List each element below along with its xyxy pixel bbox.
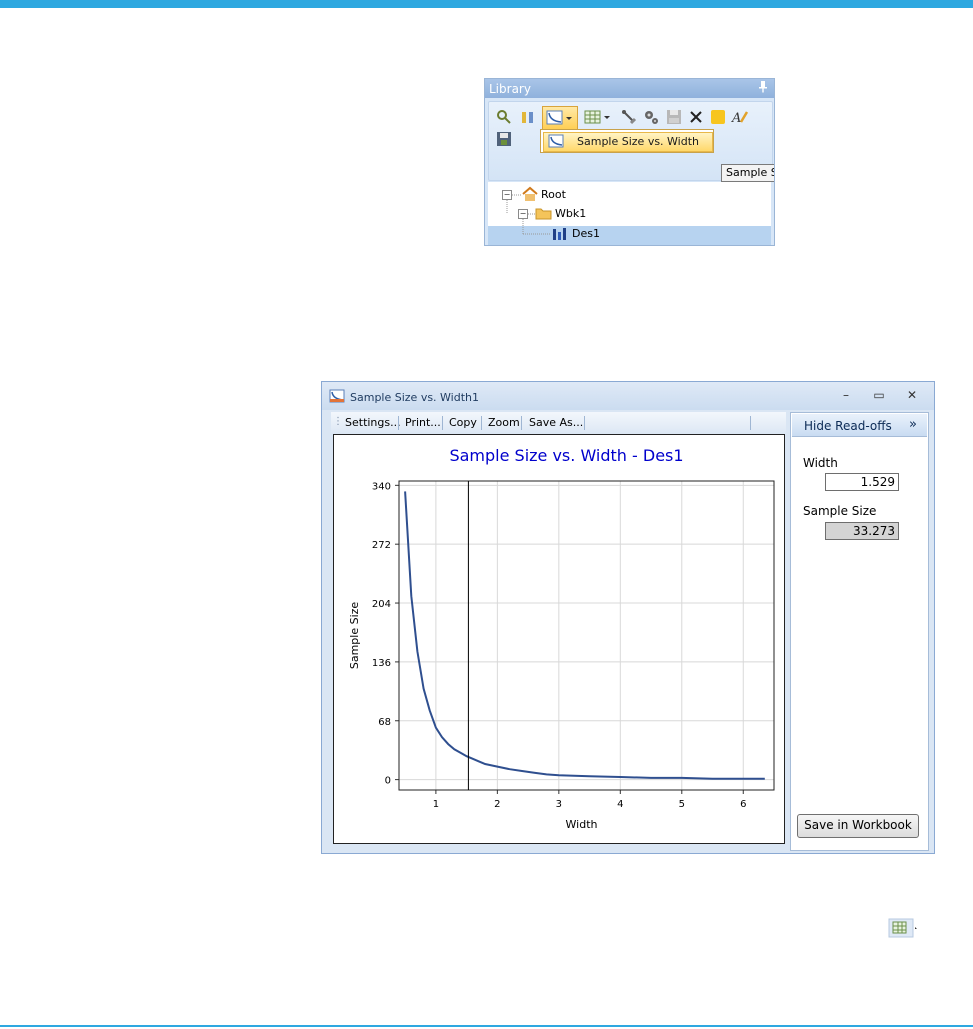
- toolbar-separator: [442, 416, 443, 430]
- y-tick-label: 204: [372, 599, 391, 610]
- hide-readoffs-button[interactable]: Hide Read-offs »: [792, 414, 927, 437]
- window-title-bar[interactable]: Sample Size vs. Width1 – ▭ ✕: [322, 382, 934, 410]
- note-icon[interactable]: [709, 108, 727, 126]
- tree-label: Des1: [572, 227, 600, 240]
- close-button[interactable]: ✕: [902, 388, 922, 404]
- y-tick-label: 340: [372, 481, 391, 492]
- window-title: Sample Size vs. Width1: [350, 391, 480, 404]
- curve-chart-icon[interactable]: [542, 106, 578, 130]
- x-tick-label: 4: [617, 799, 623, 810]
- x-tick-label: 6: [740, 799, 746, 810]
- top-accent-bar: [0, 0, 973, 8]
- x-tick-label: 3: [556, 799, 562, 810]
- chart-type-dropdown-menu: Sample Size vs. Width: [540, 129, 714, 153]
- print-button[interactable]: Print...: [405, 416, 441, 429]
- table-dropdown-icon[interactable]: [888, 918, 918, 938]
- chart-title: Sample Size vs. Width - Des1: [449, 446, 683, 465]
- tree-lines: [506, 194, 550, 235]
- chart-window: Sample Size vs. Width1 – ▭ ✕ ⋮ Settings.…: [321, 381, 935, 854]
- library-panel: Library A Sample Size vs. Width Sample −…: [484, 78, 775, 246]
- y-tick-label: 136: [372, 658, 391, 669]
- chart-toolbar: ⋮ Settings... Print... Copy Zoom Save As…: [331, 412, 786, 434]
- toolbar-separator: [481, 416, 482, 430]
- library-title: Library: [489, 82, 531, 96]
- y-tick-label: 272: [372, 540, 391, 551]
- table-icon[interactable]: [583, 108, 613, 126]
- save-as-button[interactable]: Save As...: [529, 416, 583, 429]
- sample-size-field: 33.273: [825, 522, 899, 540]
- svg-text:A: A: [731, 111, 741, 125]
- disk-save-icon[interactable]: [495, 130, 513, 148]
- double-chevron-right-icon: »: [909, 417, 917, 432]
- copy-button[interactable]: Copy: [449, 416, 477, 429]
- sample-size-label: Sample Size: [803, 504, 877, 518]
- y-tick-label: 68: [378, 717, 391, 728]
- delete-icon[interactable]: [687, 108, 705, 126]
- chart-area: Sample Size vs. Width - Des1 0 68 136 204 272…: [333, 434, 785, 844]
- toolbar-separator: [750, 416, 751, 430]
- y-axis-label: Sample Size: [348, 602, 361, 670]
- gears-icon[interactable]: [642, 108, 660, 126]
- x-tick-label: 1: [433, 799, 439, 810]
- toolbar-separator: [398, 416, 399, 430]
- x-tick-label: 2: [494, 799, 500, 810]
- hide-readoffs-label: Hide Read-offs: [804, 419, 892, 433]
- toolbar-separator: [521, 416, 522, 430]
- save-in-workbook-button[interactable]: Save in Workbook: [797, 814, 919, 838]
- y-tick-label: 0: [385, 776, 391, 787]
- minimize-button[interactable]: –: [836, 388, 856, 404]
- curve-chart-icon: [548, 134, 564, 148]
- library-title-bar: Library: [485, 79, 774, 98]
- width-label: Width: [803, 456, 838, 470]
- plot-box: [398, 480, 775, 791]
- zoom-button[interactable]: Zoom: [488, 416, 520, 429]
- toolbar-tooltip: Sample Si: [721, 164, 774, 182]
- save-icon[interactable]: [665, 108, 683, 126]
- x-axis-label: Width: [566, 818, 598, 831]
- readoffs-panel: Hide Read-offs » Width 1.529 Sample Size…: [790, 412, 929, 851]
- dropdown-item-label: Sample Size vs. Width: [577, 135, 700, 148]
- pin-icon[interactable]: [758, 81, 768, 96]
- sample-size-curve: [404, 491, 765, 780]
- font-style-icon[interactable]: A: [731, 108, 749, 126]
- search-icon[interactable]: [495, 108, 513, 126]
- width-field[interactable]: 1.529: [825, 473, 899, 491]
- sample-size-chart: Sample Size vs. Width - Des1068136204272…: [348, 446, 775, 831]
- maximize-button[interactable]: ▭: [869, 388, 889, 404]
- x-tick-label: 5: [679, 799, 685, 810]
- bar-chart-icon[interactable]: [519, 108, 537, 126]
- settings-button[interactable]: Settings...: [345, 416, 401, 429]
- dropdown-item-sample-size-vs-width[interactable]: Sample Size vs. Width: [543, 132, 713, 152]
- library-tree: − Root − Wbk1 Des1: [488, 182, 771, 245]
- tools-icon[interactable]: [620, 108, 638, 126]
- bottom-accent-line: [0, 1025, 973, 1027]
- toolbar-separator: [584, 416, 585, 430]
- curve-chart-icon: [329, 389, 345, 403]
- toolbar-grip: ⋮: [333, 416, 343, 427]
